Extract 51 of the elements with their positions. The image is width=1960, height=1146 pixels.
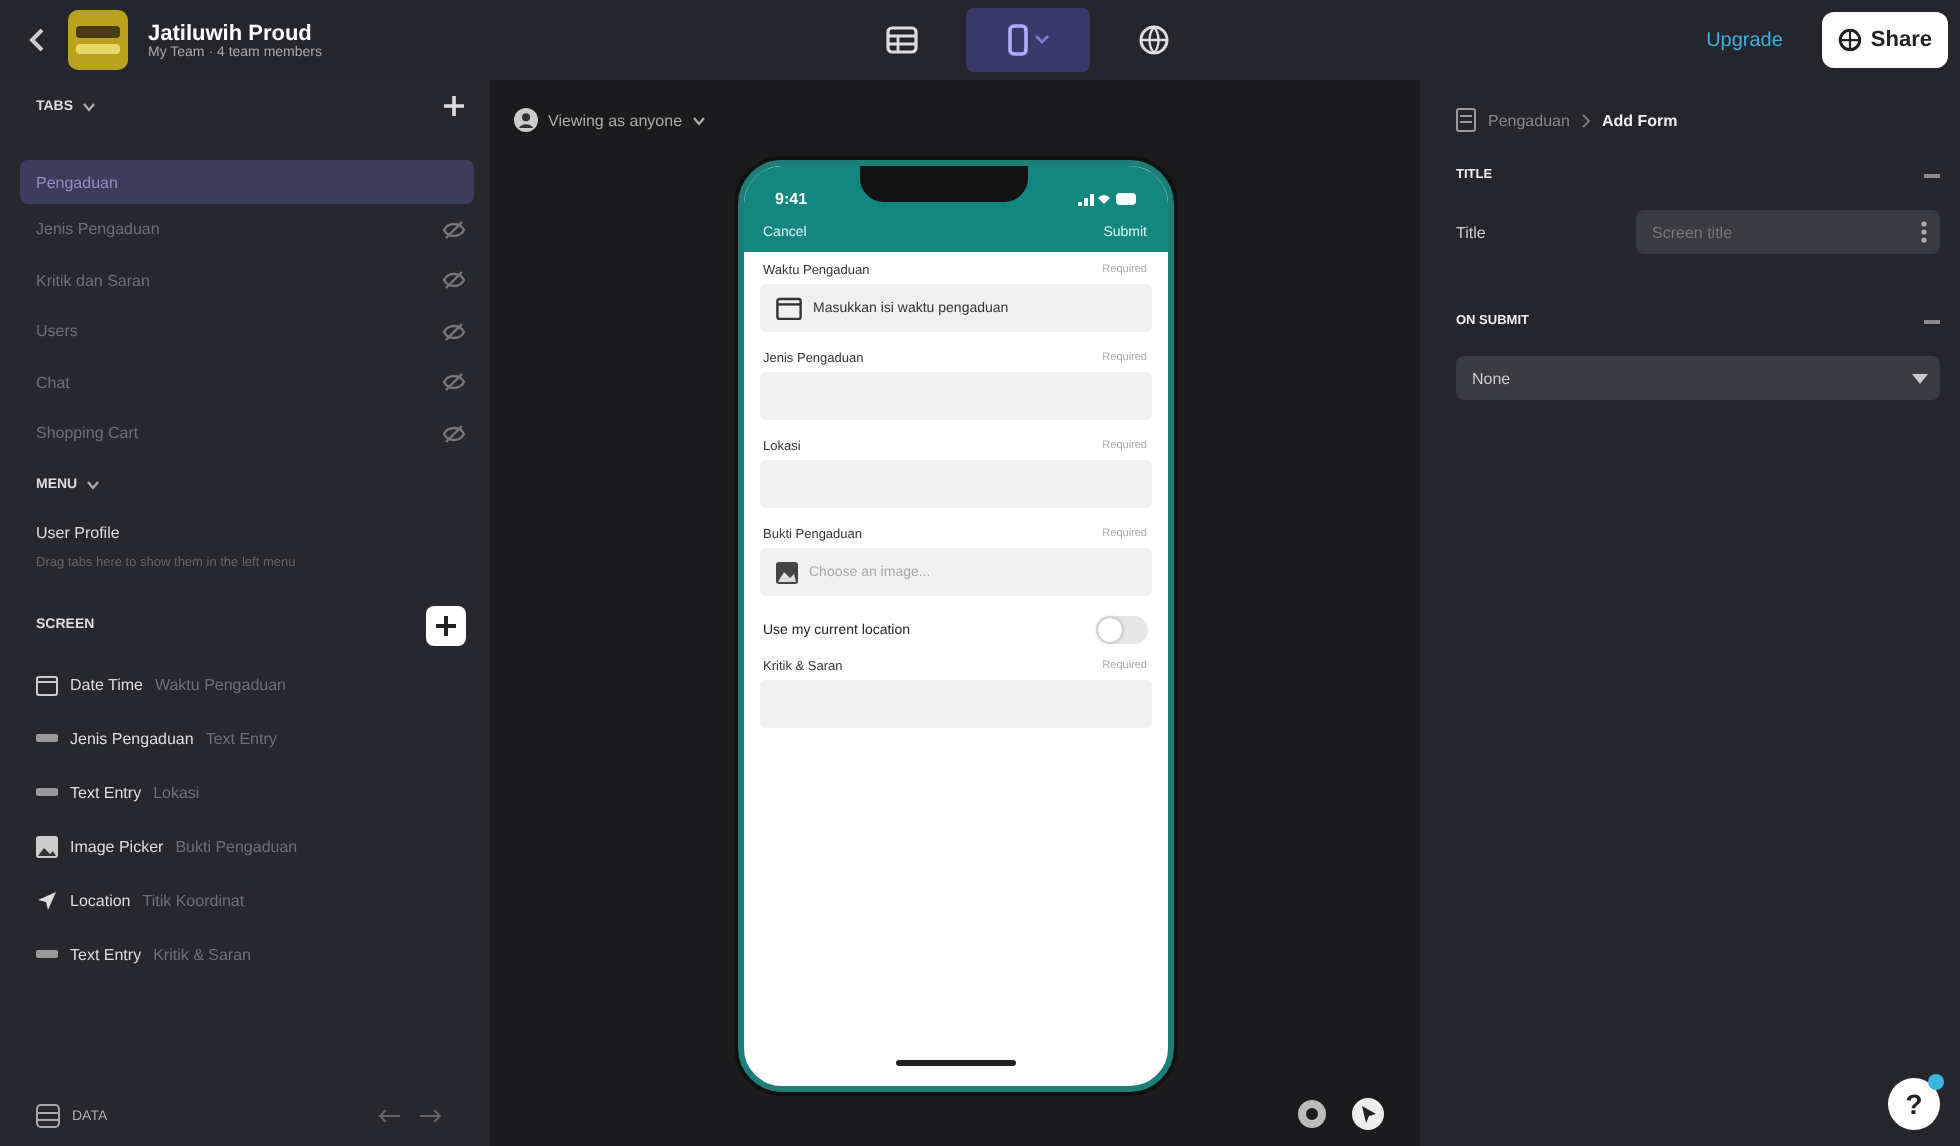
component-item[interactable]: Date Time Waktu Pengaduan	[20, 657, 474, 711]
component-item[interactable]: Image Picker Bukti Pengaduan	[20, 819, 474, 873]
chevron-down-icon[interactable]	[692, 115, 707, 125]
image-icon	[775, 560, 797, 584]
globe-icon	[1838, 28, 1863, 52]
text-field-icon	[36, 948, 58, 960]
cursor-icon[interactable]	[1352, 1098, 1384, 1130]
location-arrow-icon	[36, 889, 58, 911]
help-button[interactable]: ?	[1888, 1078, 1940, 1130]
share-button[interactable]: Share	[1822, 12, 1948, 68]
globe-icon	[1138, 24, 1170, 56]
breadcrumb-link[interactable]: Pengaduan	[1488, 111, 1570, 129]
more-icon[interactable]	[1920, 220, 1928, 244]
chevron-down-icon[interactable]	[85, 480, 100, 490]
upgrade-link[interactable]: Upgrade	[1694, 27, 1795, 53]
settings-icon[interactable]	[1296, 1098, 1328, 1130]
component-item[interactable]: Location Titik Koordinat	[20, 873, 474, 927]
location-switch[interactable]	[1095, 616, 1147, 644]
app-logo-icon	[68, 10, 128, 70]
menu-item[interactable]: User Profile	[20, 511, 474, 555]
add-component-button[interactable]	[426, 605, 466, 645]
back-icon[interactable]	[28, 26, 48, 54]
chevron-down-icon[interactable]	[81, 101, 96, 111]
component-item[interactable]: Text Entry Lokasi	[20, 765, 474, 819]
breadcrumb-current: Add Form	[1601, 111, 1678, 129]
layout-view-button[interactable]	[966, 8, 1090, 72]
screen-icon	[1456, 108, 1476, 132]
dropdown-arrow-icon	[1912, 373, 1928, 383]
status-icons	[1078, 190, 1139, 208]
add-icon[interactable]	[442, 94, 466, 118]
app-title: Jatiluwih Proud	[148, 21, 314, 45]
undo-icon[interactable]	[378, 1106, 402, 1126]
phone-icon	[1004, 24, 1052, 56]
plus-icon	[434, 613, 458, 637]
calendar-icon	[36, 673, 58, 695]
title-label: Title	[1456, 223, 1488, 241]
calendar-icon	[775, 296, 801, 320]
table-icon	[886, 24, 918, 56]
on-submit-dropdown[interactable]: None	[1456, 356, 1940, 400]
chevron-right-icon	[1581, 113, 1590, 127]
text-field-icon	[36, 786, 58, 798]
table-icon	[36, 1104, 60, 1128]
text-field-icon	[36, 732, 58, 744]
notification-badge	[1928, 1074, 1944, 1090]
component-item[interactable]: Text Entry Kritik & Saran	[20, 927, 474, 981]
image-icon	[36, 835, 58, 857]
viewing-as-dropdown[interactable]: Viewing as anyone	[548, 111, 683, 129]
component-item[interactable]: Jenis Pengaduan Text Entry	[20, 711, 474, 765]
status-time: 9:41	[775, 188, 808, 208]
user-icon	[514, 108, 538, 132]
redo-icon[interactable]	[418, 1106, 442, 1126]
